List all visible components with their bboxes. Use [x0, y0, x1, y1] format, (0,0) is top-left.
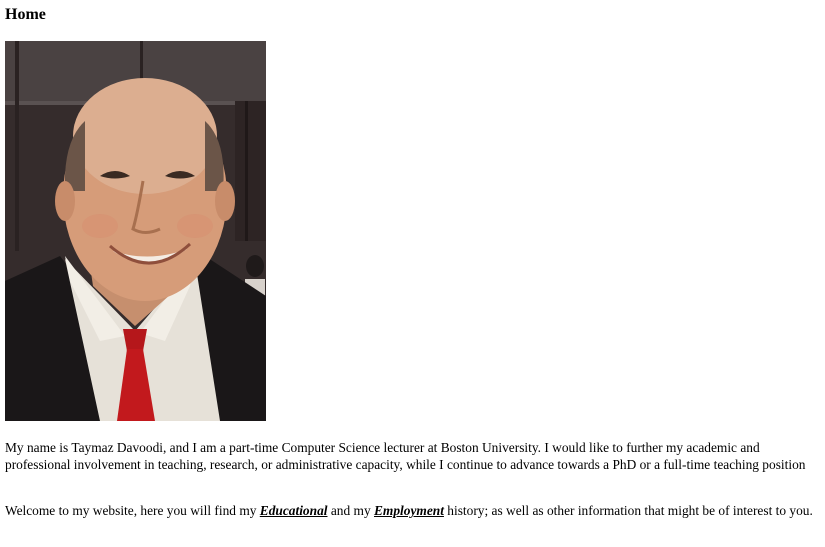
educational-link[interactable]: Educational: [260, 503, 328, 518]
intro-paragraph: My name is Taymaz Davoodi, and I am a pa…: [5, 440, 817, 473]
welcome-text-middle: and my: [327, 503, 374, 518]
welcome-text-end: history; as well as other information th…: [443, 503, 813, 518]
welcome-text-start: Welcome to my website, here you will fin…: [5, 503, 260, 518]
page-title: Home: [5, 6, 46, 23]
intro-text: My name is Taymaz Davoodi, and I am a pa…: [5, 440, 806, 472]
employment-link[interactable]: Employment: [374, 503, 444, 518]
profile-photo: [5, 41, 266, 421]
welcome-paragraph: Welcome to my website, here you will fin…: [5, 503, 817, 520]
